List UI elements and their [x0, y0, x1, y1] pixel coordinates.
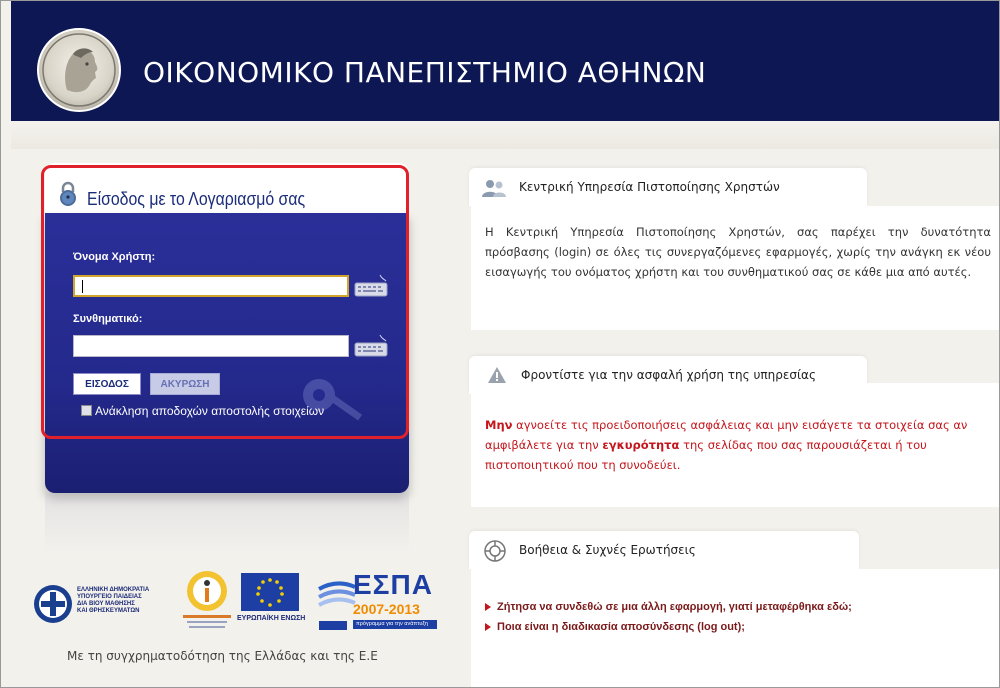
help-icon	[484, 540, 506, 562]
eu-flag-icon	[241, 573, 299, 611]
ministry-line: ΔΙΑ ΒΙΟΥ ΜΑΘΗΣΗΣ	[77, 601, 135, 607]
help-card-tab: Βοήθεια & Συχνές Ερωτήσεις	[469, 531, 859, 569]
faq-link-text: Ποια είναι η διαδικασία αποσύνδεσης (log…	[497, 621, 745, 633]
panel-reflection	[45, 493, 409, 553]
espa-waves-icon	[318, 581, 356, 607]
espa-years: 2007-2013	[353, 601, 420, 617]
help-card: Ζήτησα να συνδεθώ σε μια άλλη εφαρμογή, …	[471, 569, 999, 687]
ministry-line: ΕΛΛΗΝΙΚΗ ΔΗΜΟΚΡΑΤΙΑ	[77, 587, 150, 593]
auth-card-tab: Κεντρική Υπηρεσία Πιστοποίησης Χρηστών	[469, 168, 867, 206]
espa-title: ΕΣΠΑ	[353, 569, 433, 600]
page: ΟΙΚΟΝΟΜΙΚΟ ΠΑΝΕΠΙΣΤΗΜΙΟ ΑΘΗΝΩΝ Είσοδος μ…	[0, 0, 1000, 688]
bullet-arrow-icon	[485, 603, 491, 612]
university-seal-logo	[37, 28, 121, 112]
greek-flag-icon	[319, 621, 347, 630]
page-left-margin	[1, 1, 11, 687]
cofunding-note: Με τη συγχρηματοδότηση της Ελλάδας και τ…	[67, 649, 378, 663]
auth-card-title: Κεντρική Υπηρεσία Πιστοποίησης Χρηστών	[519, 180, 780, 194]
highlight-outline	[41, 165, 409, 439]
faq-link-text: Ζήτησα να συνδεθώ σε μια άλλη εφαρμογή, …	[497, 601, 852, 613]
ministry-line: ΚΑΙ ΘΡΗΣΚΕΥΜΑΤΩΝ	[77, 608, 140, 614]
users-icon	[482, 180, 506, 197]
security-emphasis: Μην	[485, 418, 513, 432]
ministry-line: ΥΠΟΥΡΓΕΙΟ ΠΑΙΔΕΙΑΣ	[77, 594, 142, 600]
security-card-text: Μην αγνοείτε τις προειδοποιήσεις ασφάλει…	[485, 415, 991, 475]
eu-label: ΕΥΡΩΠΑΪΚΗ ΕΝΩΣΗ	[237, 615, 306, 622]
espa-subtitle: πρόγραμμα για την ανάπτυξη	[353, 620, 437, 629]
auth-card-text: Η Κεντρική Υπηρεσία Πιστοποίησης Χρηστών…	[485, 225, 991, 279]
bullet-arrow-icon	[485, 623, 491, 632]
faq-link[interactable]: Ζήτησα να συνδεθώ σε μια άλλη εφαρμογή, …	[485, 601, 852, 613]
warning-icon	[488, 367, 506, 383]
digital-greece-logo	[183, 571, 231, 628]
header-subbar	[11, 121, 999, 149]
help-card-title: Βοήθεια & Συχνές Ερωτήσεις	[519, 543, 696, 557]
security-card: Μην αγνοείτε τις προειδοποιήσεις ασφάλει…	[471, 383, 999, 507]
security-emphasis: εγκυρότητα	[602, 438, 680, 452]
university-name: ΟΙΚΟΝΟΜΙΚΟ ΠΑΝΕΠΙΣΤΗΜΙΟ ΑΘΗΝΩΝ	[143, 56, 707, 89]
sponsor-logos: ΕΛΛΗΝΙΚΗ ΔΗΜΟΚΡΑΤΙΑ ΥΠΟΥΡΓΕΙΟ ΠΑΙΔΕΙΑΣ Δ…	[27, 565, 437, 637]
greek-emblem-icon	[34, 585, 72, 623]
security-card-title: Φροντίστε για την ασφαλή χρήση της υπηρε…	[521, 368, 816, 382]
auth-card: Η Κεντρική Υπηρεσία Πιστοποίησης Χρηστών…	[471, 206, 999, 330]
faq-link[interactable]: Ποια είναι η διαδικασία αποσύνδεσης (log…	[485, 621, 745, 633]
